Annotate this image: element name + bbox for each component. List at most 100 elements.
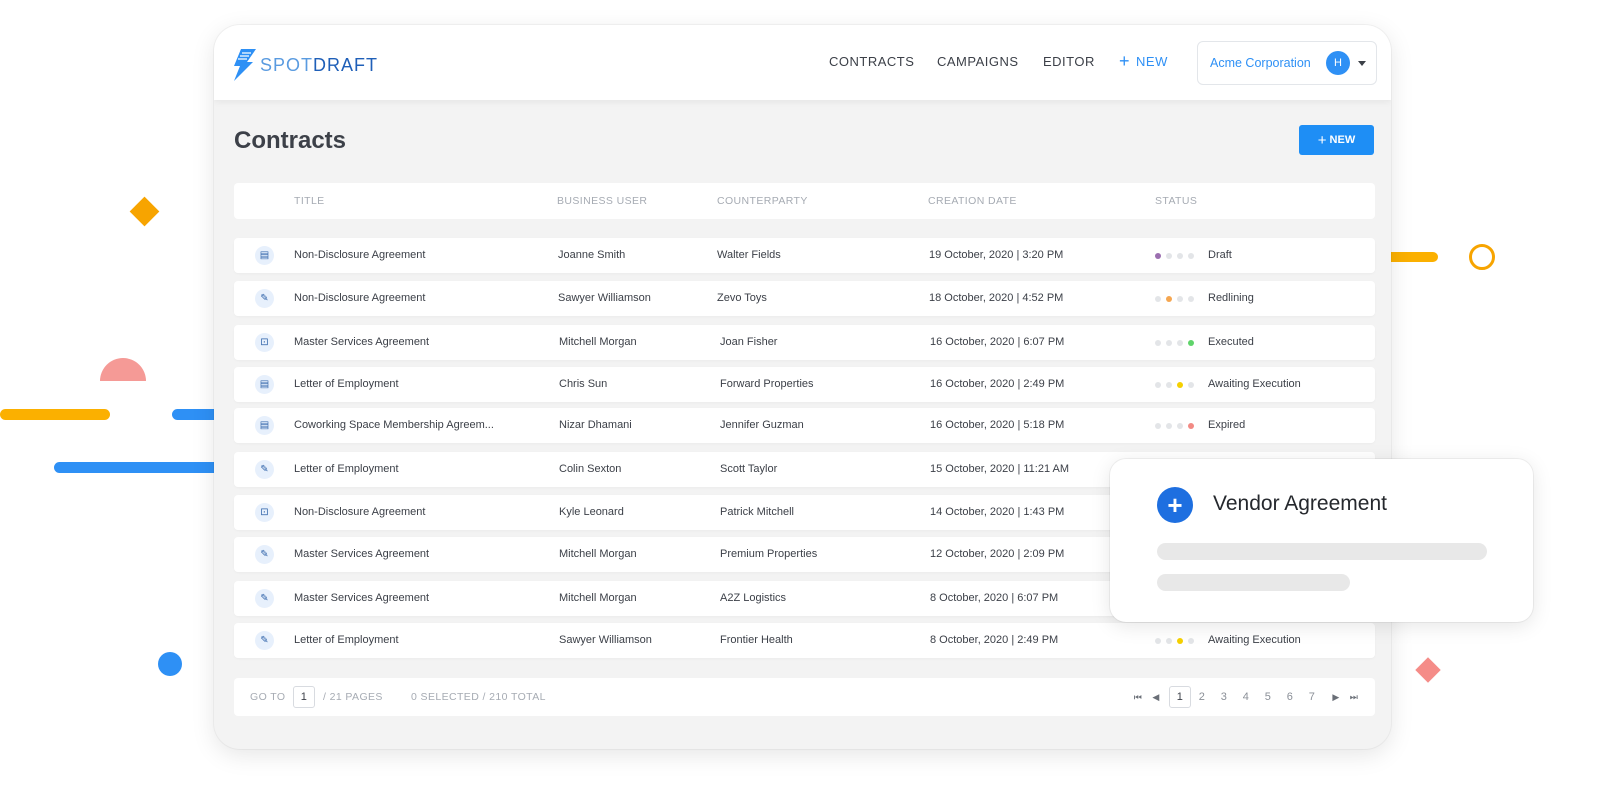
status-dot [1155, 340, 1161, 346]
business-user: Mitchell Morgan [559, 336, 637, 348]
goto-label: GO TO [250, 691, 286, 703]
business-user: Joanne Smith [558, 249, 626, 261]
app-window: SPOTDRAFT CONTRACTS CAMPAIGNS EDITOR + NE… [214, 25, 1391, 749]
previous-page-icon[interactable]: ◀ [1147, 692, 1165, 703]
status-dot [1155, 296, 1161, 302]
status-dot [1177, 340, 1183, 346]
table-row[interactable]: ✎ Non-Disclosure Agreement Sawyer Williams… [234, 281, 1375, 316]
column-header-title[interactable]: TITLE [294, 195, 325, 207]
signature-doc-icon: ⊡ [255, 503, 274, 522]
plus-icon: + [1317, 131, 1327, 149]
counterparty: Joan Fisher [720, 336, 778, 348]
table-header: TITLE BUSINESS USER COUNTERPARTY CREATIO… [234, 183, 1375, 219]
signature-doc-icon: ⊡ [255, 333, 274, 352]
status-progress-dots [1155, 340, 1194, 346]
user-avatar[interactable]: H [1326, 51, 1350, 75]
nav-new-button[interactable]: + NEW [1119, 52, 1168, 70]
organization-selector[interactable]: Acme Corporation H [1197, 41, 1377, 85]
decorative-bar [54, 462, 234, 473]
page-number[interactable]: 4 [1235, 686, 1257, 708]
table-row[interactable]: ▤ Non-Disclosure Agreement Joanne Smith Wal… [234, 238, 1375, 273]
status-dot [1166, 638, 1172, 644]
status-dot [1155, 253, 1161, 259]
business-user: Mitchell Morgan [559, 548, 637, 560]
contract-title[interactable]: Master Services Agreement [294, 336, 429, 348]
status-progress-dots [1155, 296, 1194, 302]
pen-icon: ✎ [255, 589, 274, 608]
creation-date: 12 October, 2020 | 2:09 PM [930, 548, 1065, 560]
business-user: Sawyer Williamson [559, 634, 652, 646]
contract-title[interactable]: Non-Disclosure Agreement [294, 249, 425, 261]
decorative-diamond [1415, 657, 1441, 683]
page-number[interactable]: 5 [1257, 686, 1279, 708]
decorative-half-circle [100, 358, 146, 381]
status-label: Executed [1208, 336, 1254, 348]
placeholder-line [1157, 543, 1487, 560]
table-row[interactable]: ✎ Letter of Employment Sawyer Williamson Fr… [234, 623, 1375, 658]
total-pages-text: / 21 PAGES [323, 691, 383, 703]
contract-title[interactable]: Non-Disclosure Agreement [294, 292, 425, 304]
table-row[interactable]: ▤ Coworking Space Membership Agreem... Niz… [234, 408, 1375, 443]
counterparty: Frontier Health [720, 634, 793, 646]
nav-editor[interactable]: EDITOR [1043, 54, 1095, 69]
chevron-down-icon[interactable] [1358, 61, 1366, 66]
new-contract-button[interactable]: + NEW [1299, 125, 1374, 155]
status-dot [1188, 296, 1194, 302]
pen-icon: ✎ [255, 545, 274, 564]
spotdraft-logo[interactable]: SPOTDRAFT [232, 49, 378, 81]
counterparty: Patrick Mitchell [720, 506, 794, 518]
pagination: ⏮ ◀ 1234567 ▶ ⏭ [1129, 686, 1363, 708]
pen-icon: ✎ [255, 289, 274, 308]
goto-page-input[interactable]: 1 [293, 686, 315, 708]
column-header-business-user[interactable]: BUSINESS USER [557, 195, 647, 207]
contract-title[interactable]: Non-Disclosure Agreement [294, 506, 425, 518]
business-user: Nizar Dhamani [559, 419, 632, 431]
table-row[interactable]: ▤ Letter of Employment Chris Sun Forward Pr… [234, 367, 1375, 402]
status-dot [1188, 340, 1194, 346]
status-progress-dots [1155, 253, 1194, 259]
first-page-icon[interactable]: ⏮ [1129, 692, 1147, 703]
status-dot [1166, 253, 1172, 259]
add-circle-icon[interactable]: + [1157, 487, 1193, 523]
table-row[interactable]: ⊡ Master Services Agreement Mitchell Morga… [234, 325, 1375, 360]
organization-name: Acme Corporation [1210, 56, 1311, 70]
page-number[interactable]: 2 [1191, 686, 1213, 708]
column-header-creation-date[interactable]: CREATION DATE [928, 195, 1017, 207]
page-number[interactable]: 3 [1213, 686, 1235, 708]
column-header-counterparty[interactable]: COUNTERPARTY [717, 195, 808, 207]
contract-title[interactable]: Letter of Employment [294, 378, 399, 390]
column-header-status[interactable]: STATUS [1155, 195, 1197, 207]
status-dot [1166, 296, 1172, 302]
status-dot [1188, 253, 1194, 259]
status-dot [1177, 423, 1183, 429]
page-number[interactable]: 1 [1169, 686, 1191, 708]
counterparty: Zevo Toys [717, 292, 767, 304]
nav-contracts[interactable]: CONTRACTS [829, 54, 914, 69]
creation-date: 16 October, 2020 | 2:49 PM [930, 378, 1065, 390]
last-page-icon[interactable]: ⏭ [1345, 692, 1363, 703]
page-number[interactable]: 7 [1301, 686, 1323, 708]
contract-title[interactable]: Master Services Agreement [294, 548, 429, 560]
page-number[interactable]: 6 [1279, 686, 1301, 708]
contract-title[interactable]: Letter of Employment [294, 634, 399, 646]
contract-title[interactable]: Master Services Agreement [294, 592, 429, 604]
vendor-agreement-card[interactable]: + Vendor Agreement [1110, 459, 1533, 622]
creation-date: 19 October, 2020 | 3:20 PM [929, 249, 1064, 261]
next-page-icon[interactable]: ▶ [1327, 692, 1345, 703]
status-progress-dots [1155, 382, 1194, 388]
business-user: Sawyer Williamson [558, 292, 651, 304]
top-navigation-bar: SPOTDRAFT CONTRACTS CAMPAIGNS EDITOR + NE… [214, 25, 1391, 100]
decorative-bar [0, 409, 110, 420]
decorative-dot [158, 652, 182, 676]
business-user: Kyle Leonard [559, 506, 624, 518]
status-dot [1155, 382, 1161, 388]
creation-date: 16 October, 2020 | 6:07 PM [930, 336, 1065, 348]
nav-campaigns[interactable]: CAMPAIGNS [937, 54, 1019, 69]
contract-title[interactable]: Coworking Space Membership Agreem... [294, 419, 494, 431]
status-dot [1177, 253, 1183, 259]
pen-icon: ✎ [255, 631, 274, 650]
contract-title[interactable]: Letter of Employment [294, 463, 399, 475]
business-user: Mitchell Morgan [559, 592, 637, 604]
status-label: Awaiting Execution [1208, 378, 1301, 390]
decorative-diamond [129, 196, 160, 227]
